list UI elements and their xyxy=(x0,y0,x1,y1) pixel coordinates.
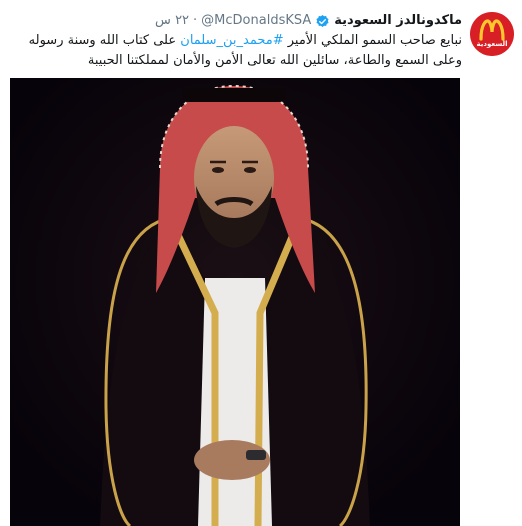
tweet-text: نبايع صاحب السمو الملكي الأمير #محمد_بن_… xyxy=(7,31,462,71)
profile-avatar[interactable]: السعودية xyxy=(470,12,514,56)
tweet-header: ماكدونالدز السعودية @McDonaldsKSA · ٢٢ س xyxy=(155,12,462,30)
tweet-timestamp[interactable]: ٢٢ س xyxy=(155,12,189,30)
hashtag-link[interactable]: #محمد_بن_سلمان xyxy=(180,33,283,48)
tweet-photo[interactable] xyxy=(10,78,460,526)
mcdonalds-logo-icon xyxy=(470,12,514,56)
verified-badge-icon xyxy=(315,14,330,29)
user-handle[interactable]: @McDonaldsKSA xyxy=(201,12,311,30)
tweet-card[interactable]: السعودية ماكدونالدز السعودية @McDonaldsK… xyxy=(0,0,522,526)
display-name[interactable]: ماكدونالدز السعودية xyxy=(334,12,462,30)
portrait-photo xyxy=(10,78,460,526)
tweet-text-part: نبايع صاحب السمو الملكي الأمير xyxy=(283,33,462,48)
media-right-margin xyxy=(460,78,522,526)
avatar-caption: السعودية xyxy=(476,40,508,48)
separator-dot: · xyxy=(193,13,198,28)
